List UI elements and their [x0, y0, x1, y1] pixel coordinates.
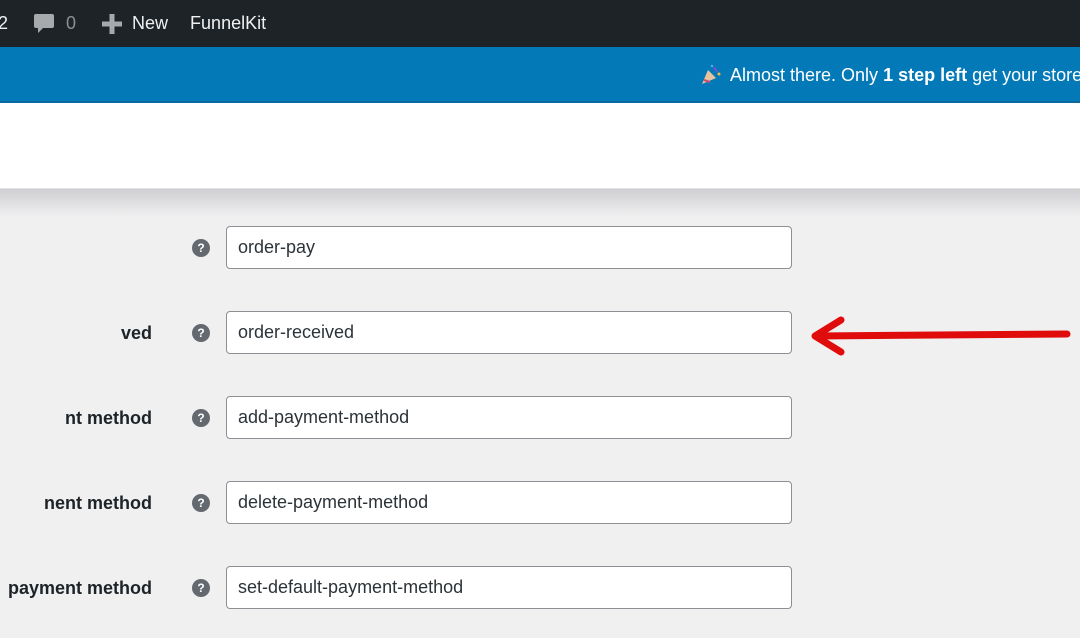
field-label: nent method: [44, 493, 152, 513]
help-icon[interactable]: ?: [192, 409, 210, 427]
notice-text-bold: 1 step left: [883, 64, 968, 85]
plus-icon: [102, 13, 123, 34]
field-label: nt method: [65, 408, 152, 428]
endpoint-input-delete-payment-method[interactable]: [226, 481, 792, 524]
field-row-delete-payment-method: nent method ?: [0, 481, 1080, 525]
header-shadow: [0, 189, 1080, 217]
header-panel: [0, 103, 1080, 189]
admin-bar: 2 0 New FunnelKit: [0, 0, 1080, 47]
help-icon[interactable]: ?: [192, 579, 210, 597]
notice-text-before: Almost there. Only: [730, 64, 884, 85]
endpoint-input-add-payment-method[interactable]: [226, 396, 792, 439]
help-icon[interactable]: ?: [192, 239, 210, 257]
comments-count: 0: [66, 13, 77, 33]
party-popper-icon: [702, 64, 721, 84]
new-content-link[interactable]: New: [102, 0, 168, 47]
updates-count[interactable]: 2: [0, 0, 8, 47]
field-label: payment method: [7, 578, 152, 598]
funnelkit-menu[interactable]: FunnelKit: [190, 0, 266, 47]
new-label: New: [132, 13, 169, 33]
field-row-add-payment-method: nt method ?: [0, 396, 1080, 440]
endpoint-input-pay[interactable]: [226, 226, 792, 269]
comments-link[interactable]: 0: [34, 0, 76, 47]
setup-notice-banner[interactable]: Almost there. Only 1 step left get your …: [0, 47, 1080, 103]
field-row-set-default-payment-method: payment method ?: [0, 566, 1080, 610]
red-arrow-annotation: [811, 316, 1071, 356]
endpoint-input-order-received[interactable]: [226, 311, 792, 354]
comment-bubble-icon: [34, 13, 55, 33]
help-icon[interactable]: ?: [192, 324, 210, 342]
field-row-pay: ?: [0, 226, 1080, 270]
notice-text-after: get your store: [967, 64, 1080, 85]
endpoint-input-set-default-payment-method[interactable]: [226, 566, 792, 609]
field-label: ved: [120, 323, 152, 343]
help-icon[interactable]: ?: [192, 494, 210, 512]
